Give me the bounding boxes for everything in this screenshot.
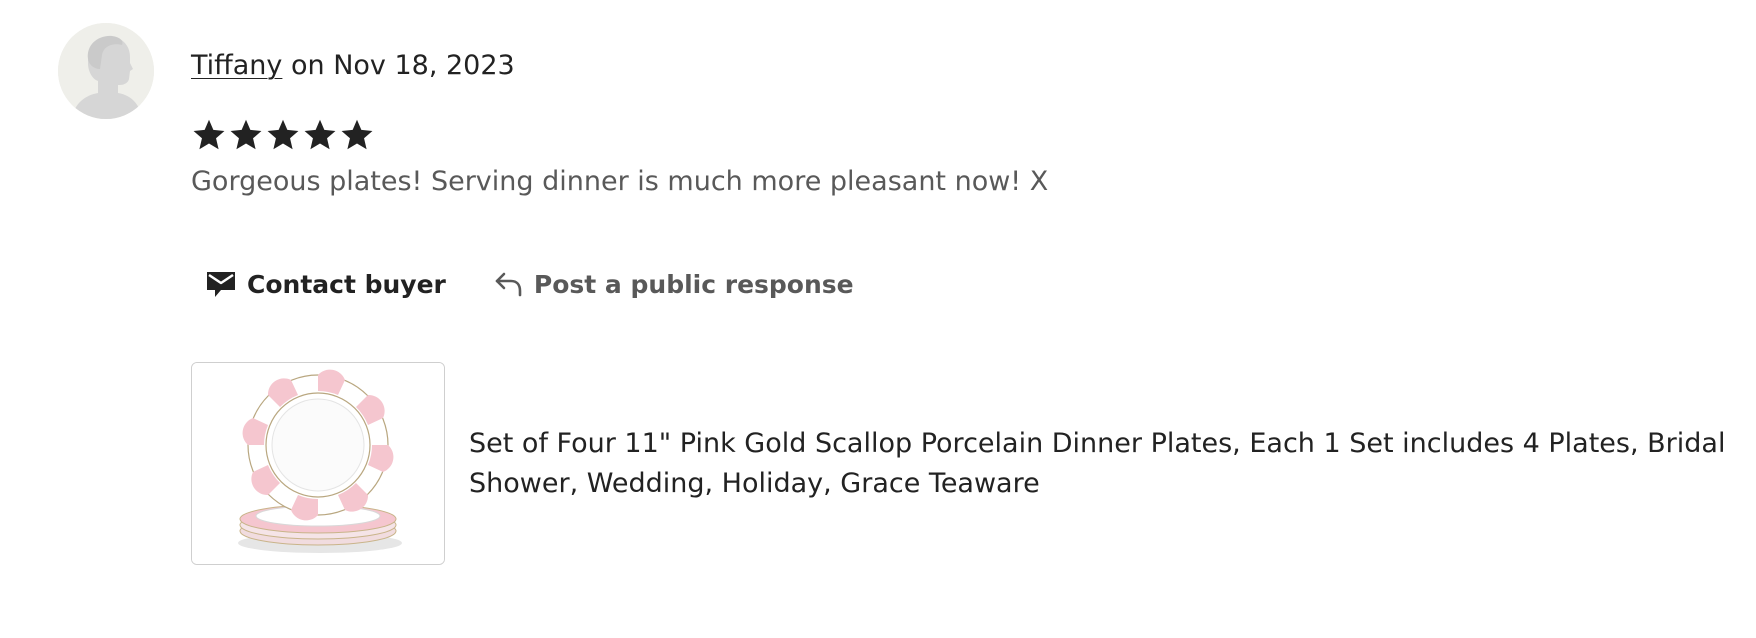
plate-set-image bbox=[192, 363, 444, 564]
review-header: Tiffany on Nov 18, 2023 bbox=[191, 49, 515, 83]
user-silhouette-icon bbox=[58, 23, 154, 119]
review-actions: Contact buyer Post a public response bbox=[191, 265, 868, 303]
review-date: on Nov 18, 2023 bbox=[282, 50, 515, 81]
review-text: Gorgeous plates! Serving dinner is much … bbox=[191, 166, 1049, 197]
post-public-response-label: Post a public response bbox=[533, 269, 854, 299]
star-icon bbox=[265, 117, 301, 153]
listing-title-link[interactable]: Set of Four 11" Pink Gold Scallop Porcel… bbox=[469, 424, 1756, 504]
contact-buyer-button[interactable]: Contact buyer bbox=[191, 265, 460, 303]
star-rating bbox=[191, 117, 375, 153]
star-icon bbox=[191, 117, 227, 153]
post-public-response-button[interactable]: Post a public response bbox=[480, 266, 868, 303]
envelope-icon bbox=[205, 269, 237, 299]
contact-buyer-label: Contact buyer bbox=[247, 269, 446, 299]
reply-arrow-icon bbox=[494, 270, 524, 298]
star-icon bbox=[302, 117, 338, 153]
reviewer-name-link[interactable]: Tiffany bbox=[191, 50, 282, 81]
listing-item: Set of Four 11" Pink Gold Scallop Porcel… bbox=[191, 362, 1756, 565]
star-icon bbox=[339, 117, 375, 153]
star-icon bbox=[228, 117, 264, 153]
avatar[interactable] bbox=[58, 23, 154, 119]
listing-thumbnail[interactable] bbox=[191, 362, 445, 565]
